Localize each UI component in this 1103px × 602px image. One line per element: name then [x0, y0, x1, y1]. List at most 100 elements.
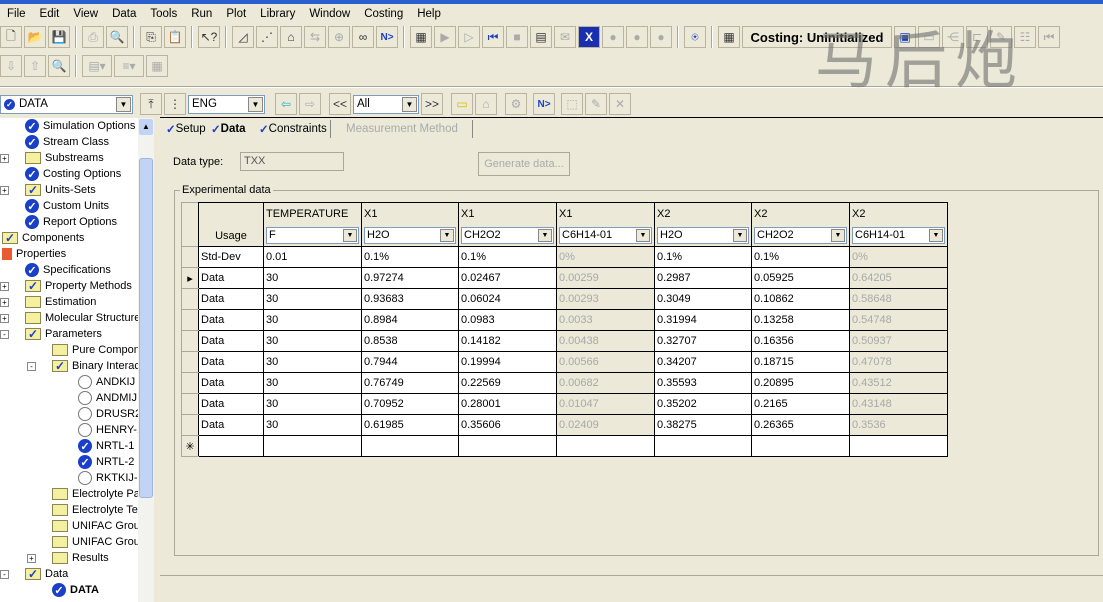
step-icon[interactable]: ▷ — [458, 26, 480, 48]
delete-icon[interactable]: ✕ — [609, 93, 631, 115]
component-select[interactable]: C6H14-01 ▼ — [559, 227, 652, 245]
import-icon[interactable]: ⇩ — [0, 55, 22, 77]
circle-icon[interactable]: ● — [626, 26, 648, 48]
generate-data-button[interactable]: Generate data... — [478, 152, 570, 176]
tree-item[interactable]: ✓ Parameters — [25, 326, 102, 342]
menu-window[interactable]: Window — [302, 8, 357, 20]
row-header[interactable] — [181, 288, 199, 310]
empty-cell[interactable] — [458, 435, 557, 457]
empty-cell[interactable] — [556, 435, 655, 457]
usage-cell[interactable]: Data — [198, 330, 264, 352]
flask-icon[interactable]: ⍟ — [684, 26, 706, 48]
usage-cell[interactable]: Data — [198, 309, 264, 331]
control-panel-icon[interactable]: ▦ — [410, 26, 432, 48]
tree-item[interactable]: ✓ Components — [2, 230, 84, 246]
data-cell[interactable]: 0.2165 — [751, 393, 850, 415]
tree-item[interactable]: ✓ Property Methods — [25, 278, 132, 294]
data-cell[interactable]: 0.05925 — [751, 267, 850, 289]
data-cell[interactable]: 0.19994 — [458, 351, 557, 373]
data-cell[interactable]: 0.8538 — [361, 330, 459, 352]
notes-icon[interactable]: ▭ — [451, 93, 473, 115]
data-cell[interactable]: 0.26365 — [751, 414, 850, 436]
tree-item[interactable]: ✓ Simulation Options — [25, 118, 135, 134]
zoom-icon[interactable]: 🔍 — [48, 55, 70, 77]
gear-icon[interactable]: ⚙ — [505, 93, 527, 115]
data-cell[interactable]: 0.0983 — [458, 309, 557, 331]
units-select[interactable]: ENG ▼ — [188, 94, 265, 114]
tree-item[interactable]: ✓ Specifications — [25, 262, 111, 278]
component-select[interactable]: H2O ▼ — [364, 227, 456, 245]
scroll-up-icon[interactable]: ▲ — [139, 119, 153, 135]
data-cell[interactable]: 0.18715 — [751, 351, 850, 373]
previous-button[interactable]: << — [329, 93, 351, 115]
tree-item[interactable]: ✓ Custom Units — [25, 198, 109, 214]
glasses-icon[interactable]: ∞ — [352, 26, 374, 48]
row-header[interactable] — [181, 351, 199, 373]
copy-icon[interactable]: ⎘ — [140, 26, 162, 48]
tree-item[interactable]: ANDMIJ — [78, 390, 137, 406]
grid-icon[interactable]: ▦ — [718, 26, 740, 48]
calc-icon[interactable]: ▦ — [146, 55, 168, 77]
menu-file[interactable]: File — [0, 8, 33, 20]
data-cell[interactable]: 30 — [263, 351, 362, 373]
tree-item[interactable]: DRUSR2 — [78, 406, 138, 422]
format-dropdown-icon[interactable]: ≡▾ — [114, 55, 144, 77]
data-cell[interactable]: 30 — [263, 414, 362, 436]
expand-icon[interactable]: + — [0, 298, 9, 307]
menu-tools[interactable]: Tools — [143, 8, 184, 20]
usage-cell[interactable]: Data — [198, 267, 264, 289]
collapse-icon[interactable]: - — [27, 362, 36, 371]
tree-view-icon[interactable]: ⋮ — [164, 93, 186, 115]
data-cell[interactable]: 0.1% — [654, 246, 752, 268]
streams-icon[interactable]: ⇆ — [304, 26, 326, 48]
empty-cell[interactable] — [198, 435, 264, 457]
usage-cell[interactable]: Data — [198, 351, 264, 373]
component-select[interactable]: C6H14-01 ▼ — [852, 227, 945, 245]
filter-select[interactable]: All ▼ — [353, 94, 419, 114]
close-x-icon[interactable]: X — [578, 26, 600, 48]
current-row-indicator[interactable]: ▸ — [181, 267, 199, 289]
tree-item[interactable]: HENRY-1 — [78, 422, 138, 438]
first-icon[interactable]: ⏮ — [1038, 26, 1060, 48]
row-header[interactable] — [181, 414, 199, 436]
paste-icon[interactable]: 📋 — [164, 26, 186, 48]
tree-item[interactable]: UNIFAC Group Binary — [52, 534, 138, 550]
setup-icon[interactable]: ◿ — [232, 26, 254, 48]
row-header[interactable] — [181, 393, 199, 415]
tab-measurement-method[interactable]: Measurement Method — [332, 120, 473, 138]
data-cell[interactable]: 0.3049 — [654, 288, 752, 310]
data-cell[interactable]: 0.35593 — [654, 372, 752, 394]
empty-cell[interactable] — [263, 435, 362, 457]
tree-item[interactable]: ✓ Costing Options — [25, 166, 121, 182]
new-object-icon[interactable]: ⬚ — [561, 93, 583, 115]
tree-item[interactable]: Properties — [2, 246, 66, 262]
next-button[interactable]: N> — [376, 26, 398, 48]
tree-item[interactable]: ANDKIJ — [78, 374, 135, 390]
data-cell[interactable]: 0.1% — [458, 246, 557, 268]
data-cell[interactable]: 30 — [263, 372, 362, 394]
data-cell[interactable]: 0.13258 — [751, 309, 850, 331]
empty-cell[interactable] — [849, 435, 948, 457]
tab-constraints[interactable]: ✓ Constraints — [256, 120, 331, 138]
data-cell[interactable]: 0.31994 — [654, 309, 752, 331]
reinit-icon[interactable]: ⏮ — [482, 26, 504, 48]
data-cell[interactable]: 30 — [263, 309, 362, 331]
data-cell[interactable]: 0.1% — [751, 246, 850, 268]
open-icon[interactable]: 📂 — [24, 26, 46, 48]
data-cell[interactable]: 0.61985 — [361, 414, 459, 436]
data-cell[interactable]: 30 — [263, 330, 362, 352]
tree-item[interactable]: Estimation — [25, 294, 96, 310]
empty-cell[interactable] — [361, 435, 459, 457]
tree-item[interactable]: ✓ NRTL-2 — [78, 454, 134, 470]
tree-item[interactable]: Molecular Structure — [25, 310, 138, 326]
menu-costing[interactable]: Costing — [357, 8, 410, 20]
usage-cell[interactable]: Data — [198, 288, 264, 310]
data-cell[interactable]: 0.70952 — [361, 393, 459, 415]
data-cell[interactable]: 0.93683 — [361, 288, 459, 310]
blocks-icon[interactable]: ⊕ — [328, 26, 350, 48]
data-cell[interactable]: 0.1% — [361, 246, 459, 268]
data-cell[interactable]: 0.01 — [263, 246, 362, 268]
usage-cell[interactable]: Std-Dev — [198, 246, 264, 268]
tree-item[interactable]: Electrolyte Pair — [52, 486, 138, 502]
data-cell[interactable]: 0.02467 — [458, 267, 557, 289]
